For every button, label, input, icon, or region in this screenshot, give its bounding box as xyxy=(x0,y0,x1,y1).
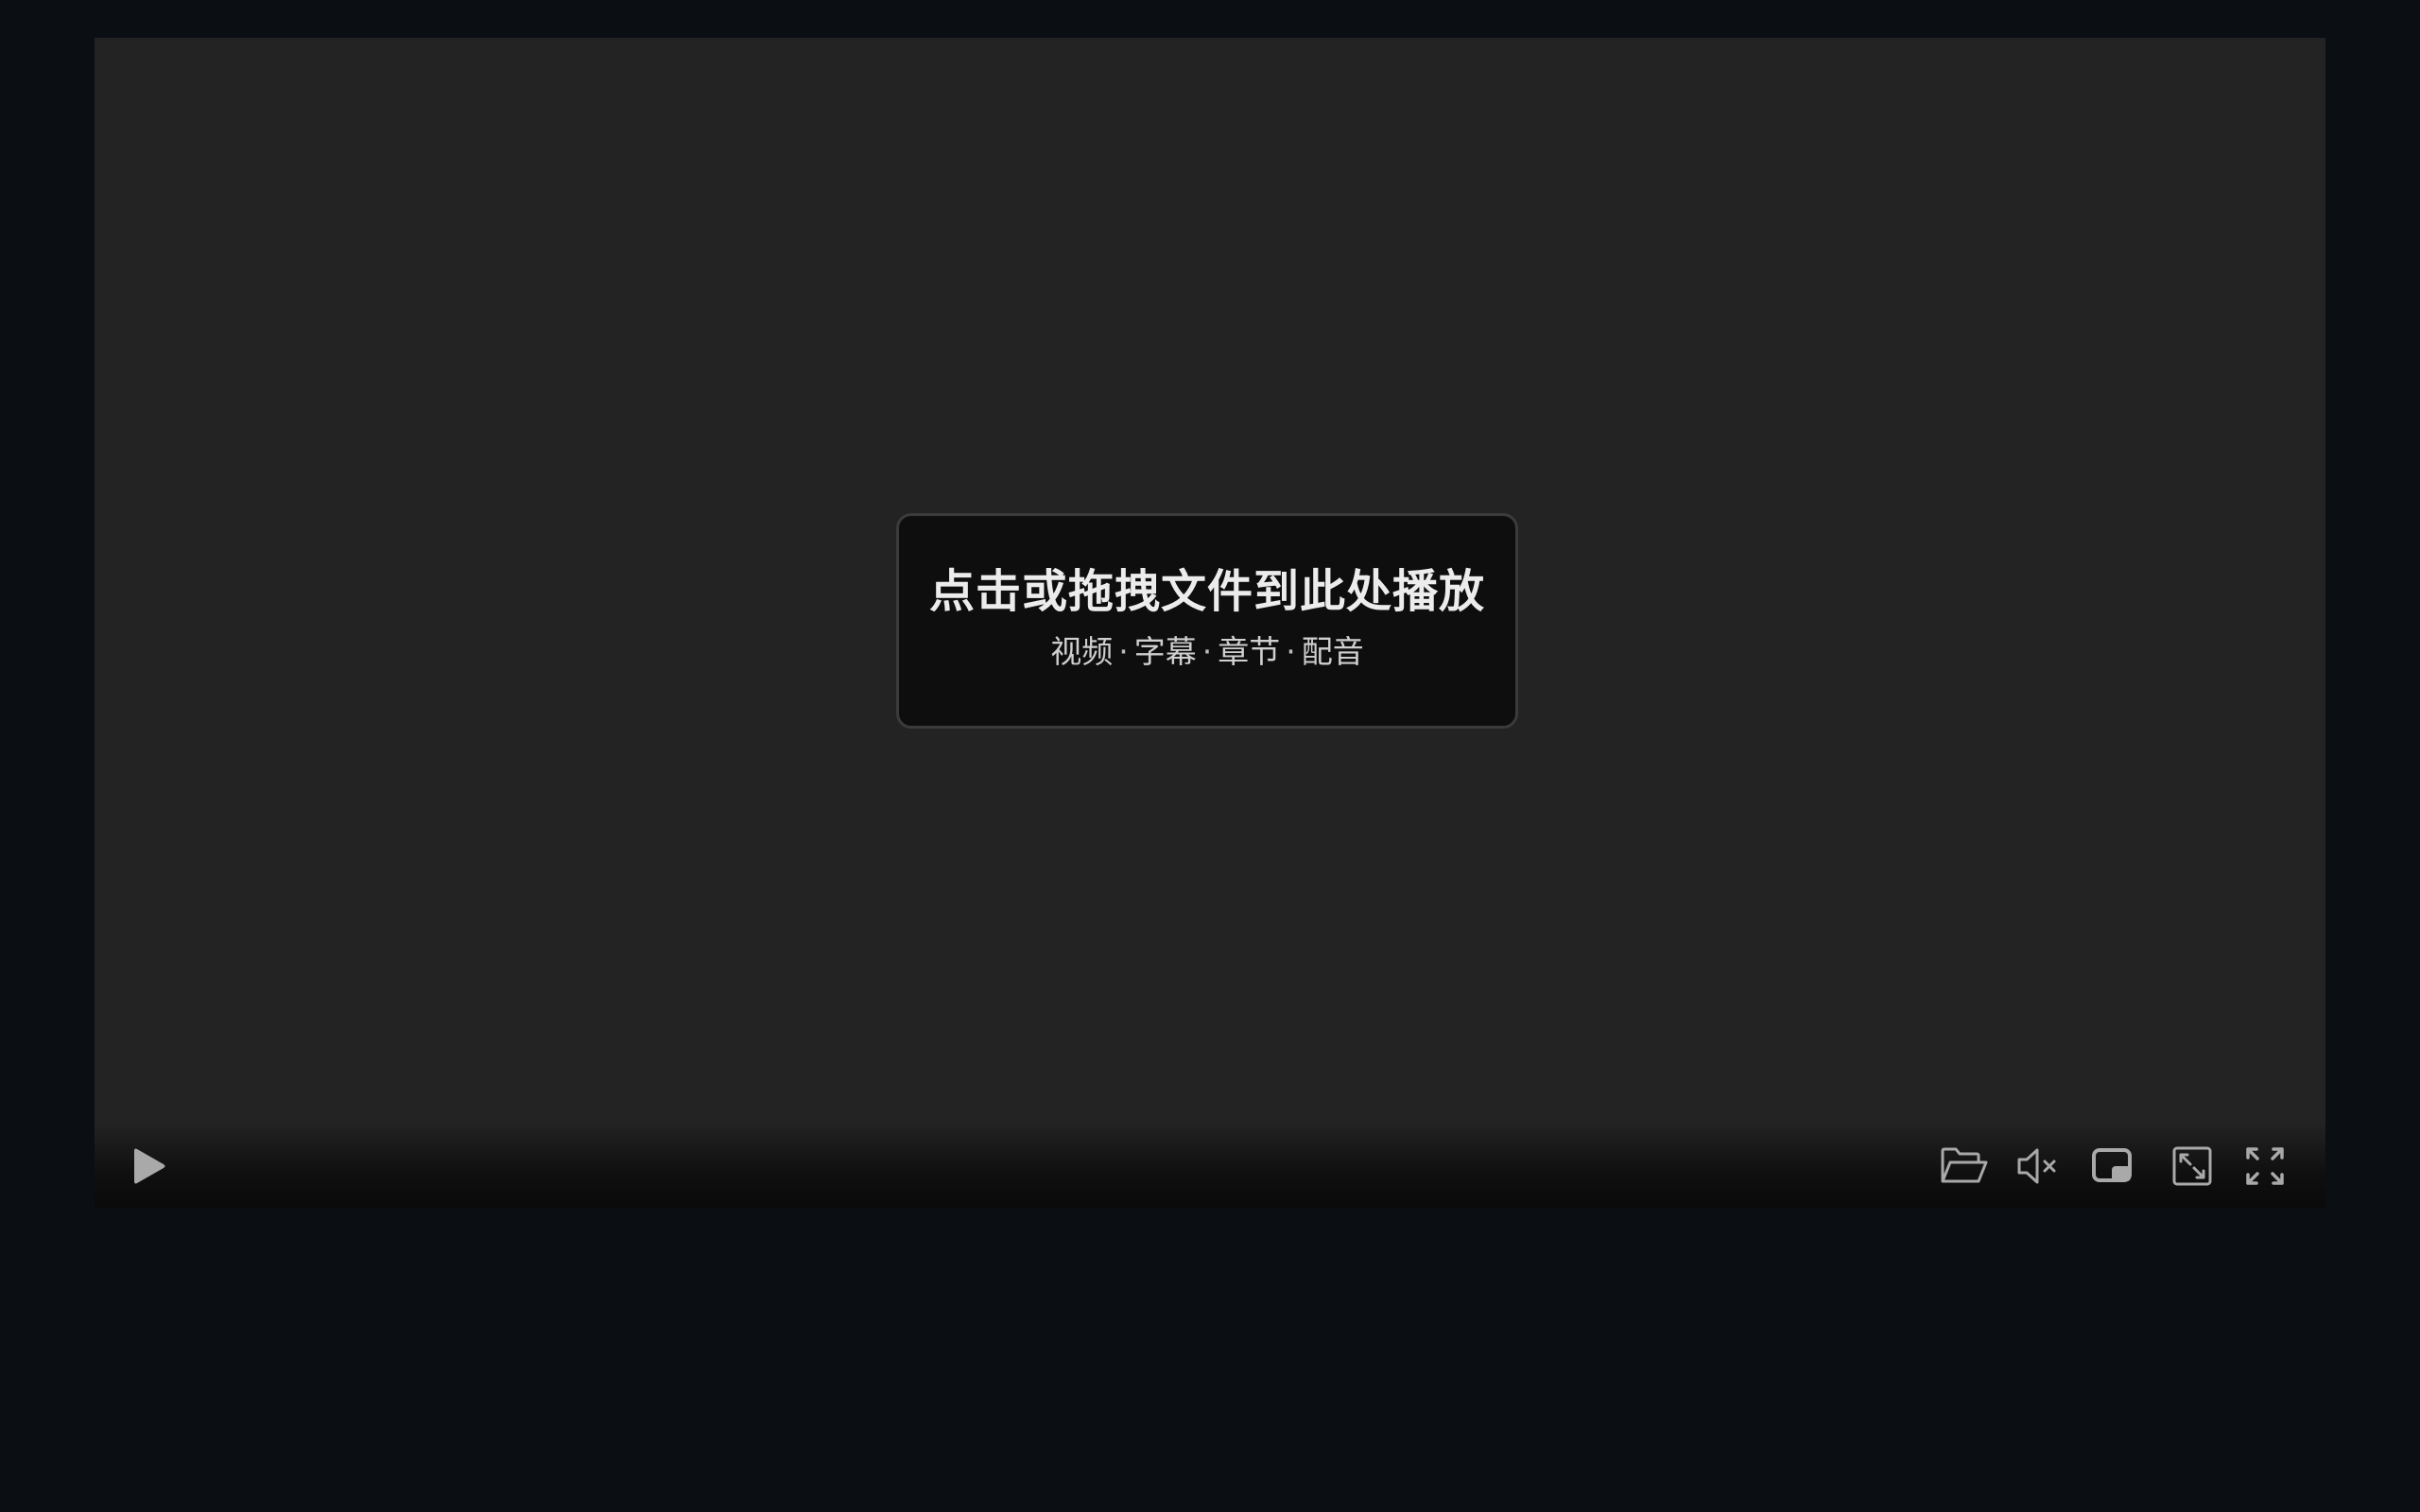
control-bar xyxy=(95,1123,2325,1208)
supported-types: 视频 · 字幕 · 章节 · 配音 xyxy=(899,631,1515,673)
volume-muted-icon xyxy=(2015,1145,2061,1187)
type-subtitle: 字幕 xyxy=(1133,633,1197,670)
type-video: 视频 xyxy=(1050,633,1114,670)
fullscreen-icon xyxy=(2244,1145,2286,1187)
type-separator: · xyxy=(1118,633,1129,670)
type-chapter: 章节 xyxy=(1218,633,1281,670)
open-file-button[interactable] xyxy=(1938,1140,1991,1193)
file-drop-zone[interactable]: 点击或拖拽文件到此处播放 视频 · 字幕 · 章节 · 配音 xyxy=(896,513,1518,729)
drop-zone-title: 点击或拖拽文件到此处播放 xyxy=(928,565,1485,618)
fullscreen-button[interactable] xyxy=(2238,1140,2291,1193)
page: 点击或拖拽文件到此处播放 视频 · 字幕 · 章节 · 配音 xyxy=(0,0,2420,1512)
expand-window-icon xyxy=(2171,1145,2213,1187)
picture-in-picture-button[interactable] xyxy=(2086,1140,2139,1193)
video-player[interactable]: 点击或拖拽文件到此处播放 视频 · 字幕 · 章节 · 配音 xyxy=(95,38,2325,1208)
play-icon xyxy=(129,1145,170,1187)
folder-open-icon xyxy=(1940,1145,1989,1187)
volume-button[interactable] xyxy=(2012,1140,2065,1193)
play-button[interactable] xyxy=(123,1140,176,1193)
type-separator: · xyxy=(1286,633,1296,670)
picture-in-picture-icon xyxy=(2091,1146,2135,1186)
type-separator: · xyxy=(1201,633,1213,670)
type-dubbing: 配音 xyxy=(1301,633,1364,670)
web-fullscreen-button[interactable] xyxy=(2166,1140,2219,1193)
